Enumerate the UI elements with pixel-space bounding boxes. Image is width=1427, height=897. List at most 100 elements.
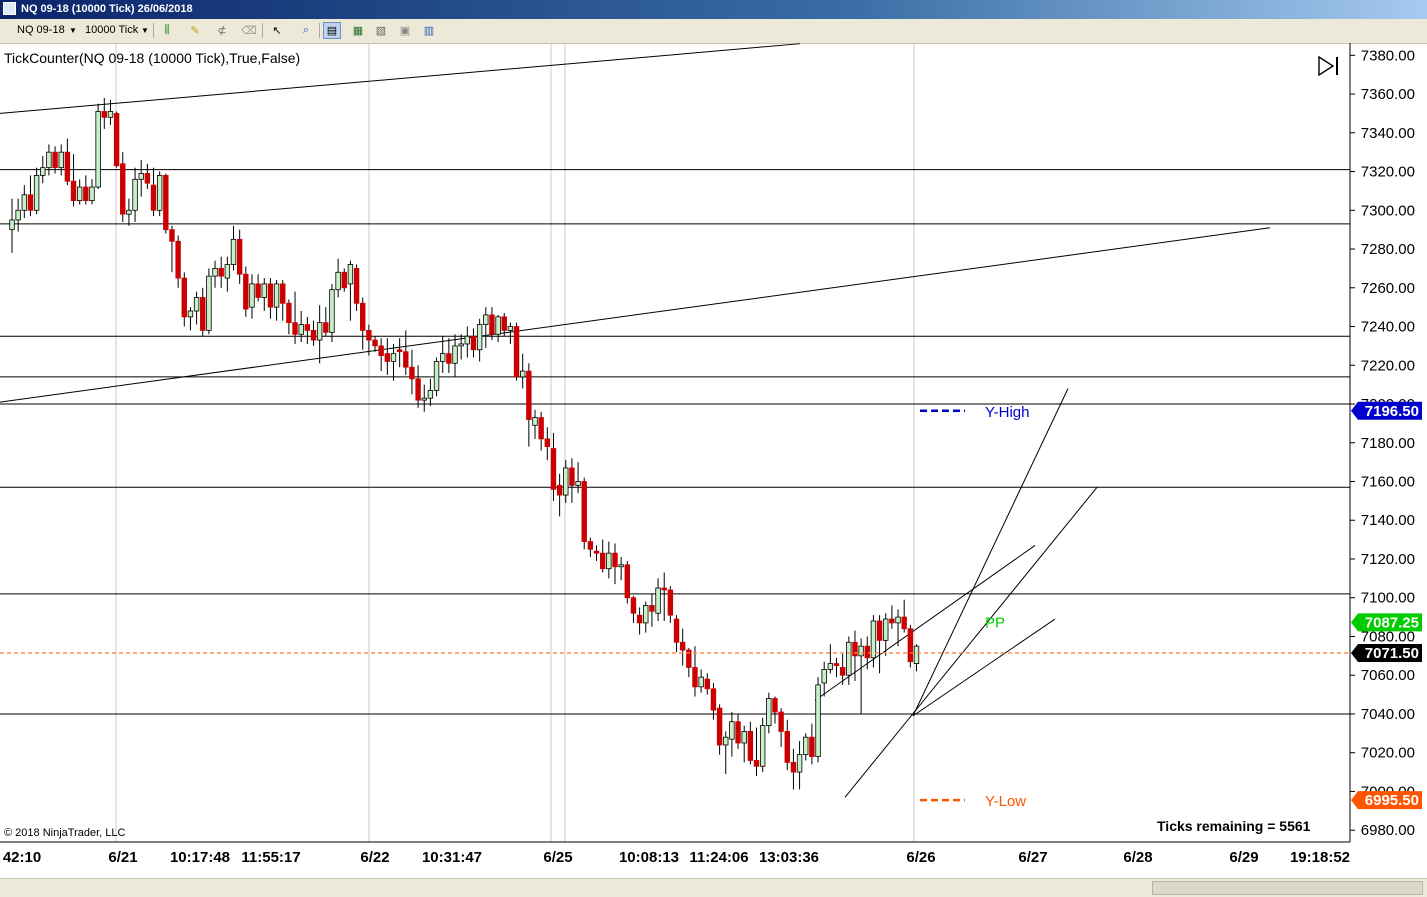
down-candle — [323, 322, 329, 333]
instrument-selector[interactable]: NQ 09-18 — [17, 22, 65, 39]
up-candle — [427, 390, 434, 399]
up-candle — [870, 620, 877, 659]
down-candle — [889, 618, 895, 624]
indicator-label: TickCounter(NQ 09-18 (10000 Tick),True,F… — [4, 50, 301, 66]
up-candle — [729, 721, 735, 740]
up-candle — [803, 736, 809, 756]
down-candle — [772, 698, 778, 713]
down-candle — [784, 730, 790, 763]
bar-type-icon[interactable]: ⫼ — [158, 22, 176, 39]
yhigh-price-tag-text: 7196.50 — [1365, 403, 1419, 420]
up-candle — [464, 335, 471, 345]
down-candle — [716, 707, 723, 746]
down-candle — [304, 324, 311, 331]
down-candle — [64, 151, 71, 182]
pencil-icon[interactable]: ✎ — [186, 22, 204, 39]
up-candle — [759, 725, 766, 767]
up-candle — [883, 618, 889, 641]
down-candle — [181, 277, 187, 318]
down-candle — [753, 760, 760, 767]
pointer-icon[interactable]: ↖ — [268, 22, 286, 39]
properties-icon[interactable]: ▤ — [323, 22, 341, 39]
price-tick-label: 7020.00 — [1361, 745, 1415, 762]
scrollbar-thumb[interactable] — [1152, 881, 1423, 895]
instrument-dropdown-icon[interactable]: ▼ — [69, 22, 77, 39]
up-candle — [46, 151, 52, 169]
up-candle — [261, 283, 267, 298]
up-candle — [89, 186, 95, 202]
time-axis[interactable]: 42:10 6/21 10:17:48 11:55:17 6/22 10:31:47 6/2… — [3, 849, 1350, 866]
down-candle — [624, 564, 630, 599]
down-candle — [366, 329, 372, 341]
down-candle — [489, 314, 495, 335]
down-candle — [353, 268, 360, 304]
horizontal-scrollbar[interactable] — [0, 878, 1427, 897]
up-candle — [507, 326, 514, 331]
app-icon — [3, 2, 16, 15]
time-tick-label: 10:31:47 — [422, 849, 482, 866]
price-tick-label: 7220.00 — [1361, 357, 1415, 374]
up-candle — [913, 645, 920, 664]
up-candle — [421, 397, 427, 401]
price-tick-label: 7160.00 — [1361, 473, 1415, 490]
price-chart[interactable]: Y-High PP Y-Low 7380.00 7360.00 7340.00 7320.… — [0, 43, 1427, 878]
down-candle — [372, 339, 378, 347]
price-tick-label: 7280.00 — [1361, 241, 1415, 258]
strategies-icon[interactable]: ▧ — [372, 22, 390, 39]
time-tick-label: 42:10 — [3, 849, 41, 866]
down-candle — [649, 605, 655, 612]
chart-trader-icon[interactable]: ▥ — [420, 22, 438, 39]
up-candle — [698, 676, 704, 688]
up-candle — [741, 730, 747, 744]
up-candle — [618, 564, 624, 568]
up-candle — [643, 605, 649, 624]
down-candle — [378, 345, 384, 356]
price-tick-label: 7060.00 — [1361, 667, 1415, 684]
down-candle — [599, 552, 606, 570]
down-candle — [144, 173, 151, 184]
up-candle — [249, 283, 255, 308]
interval-dropdown-icon[interactable]: ▼ — [141, 22, 149, 39]
up-candle — [21, 194, 28, 211]
down-candle — [360, 302, 366, 331]
time-tick-label: 10:17:48 — [170, 849, 230, 866]
up-candle — [76, 186, 83, 202]
down-candle — [470, 335, 477, 351]
interval-selector[interactable]: 10000 Tick — [85, 22, 138, 39]
down-candle — [163, 175, 169, 231]
time-tick-label: 6/21 — [108, 849, 137, 866]
data-box-icon[interactable]: ▣ — [396, 22, 414, 39]
down-candle — [341, 271, 347, 289]
price-tick-label: 7360.00 — [1361, 86, 1415, 103]
down-candle — [27, 194, 34, 211]
up-candle — [532, 417, 538, 426]
down-candle — [200, 297, 206, 331]
price-axis[interactable]: 7380.00 7360.00 7340.00 7320.00 7300.00 7280.… — [1350, 47, 1415, 839]
up-candle — [483, 314, 489, 325]
down-candle — [673, 618, 680, 643]
up-candle — [316, 322, 323, 341]
price-tick-label: 7040.00 — [1361, 706, 1415, 723]
price-tick-label: 7340.00 — [1361, 125, 1415, 142]
zoom-icon[interactable]: ⌕ — [297, 22, 315, 39]
price-tick-label: 7300.00 — [1361, 202, 1415, 219]
down-candle — [292, 322, 298, 335]
down-candle — [587, 541, 594, 550]
up-candle — [519, 370, 526, 378]
time-tick-label: 6/28 — [1123, 849, 1152, 866]
scroll-to-end-icon[interactable] — [1317, 55, 1341, 77]
up-candle — [815, 684, 821, 757]
down-candle — [101, 111, 107, 118]
eraser-icon[interactable]: ⌫ — [240, 22, 258, 39]
up-candle — [495, 316, 501, 335]
up-candle — [440, 353, 446, 362]
indicators-icon[interactable]: ▦ — [349, 22, 367, 39]
down-candle — [747, 730, 754, 761]
ylow-label: Y-Low — [985, 793, 1026, 810]
down-candle — [286, 302, 292, 324]
down-candle — [403, 351, 409, 368]
magnet-icon[interactable]: ⊄ — [213, 22, 231, 39]
up-candle — [347, 264, 354, 285]
down-candle — [852, 641, 858, 657]
copyright-text: © 2018 NinjaTrader, LLC — [4, 827, 126, 839]
